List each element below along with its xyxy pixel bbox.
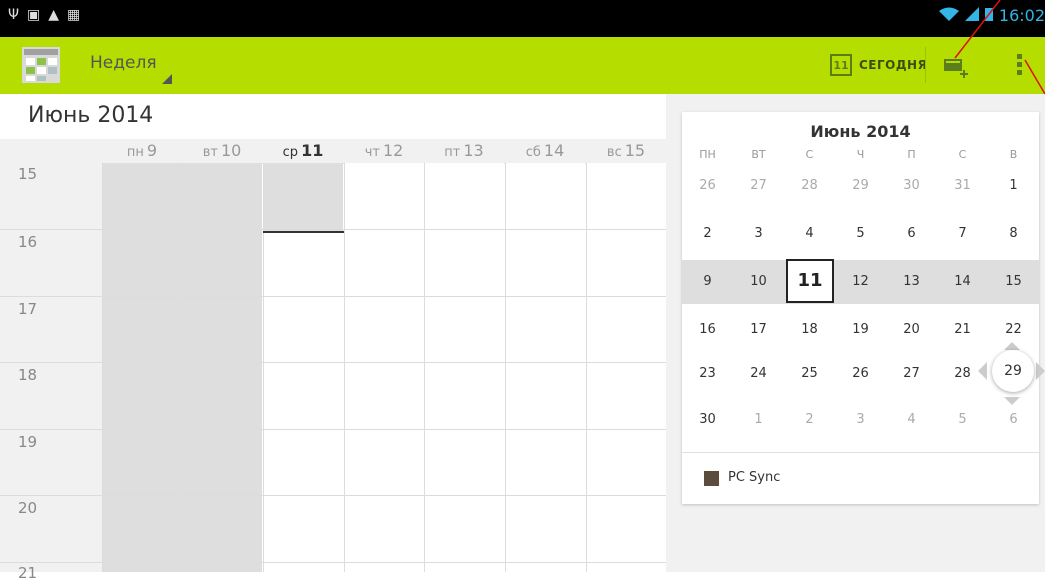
annotation-strokes — [954, 0, 1045, 95]
